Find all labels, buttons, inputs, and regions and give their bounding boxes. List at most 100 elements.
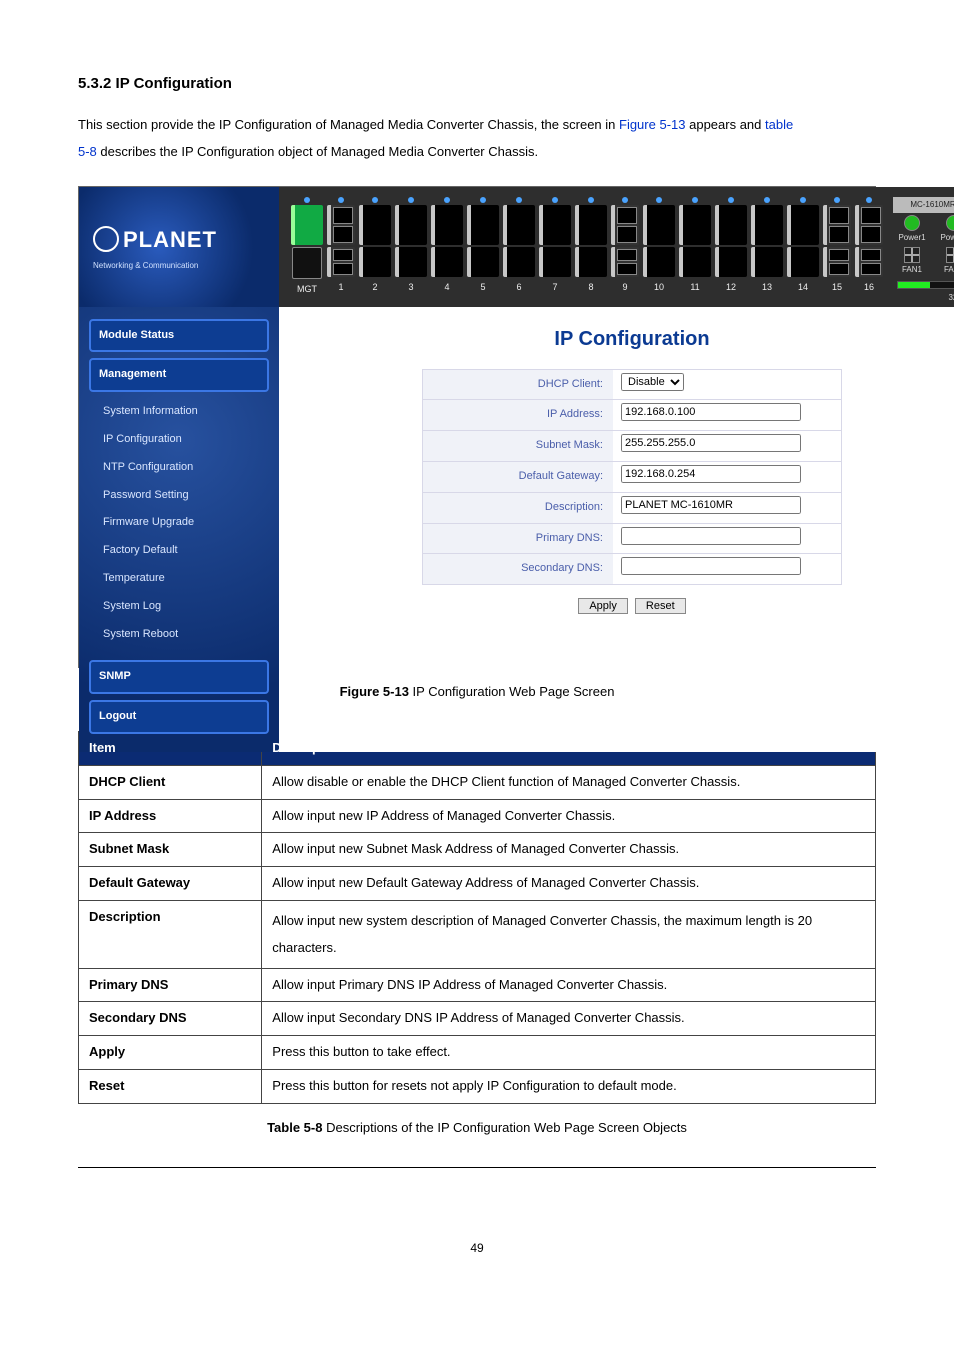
page-rule <box>78 1167 876 1168</box>
brand-tagline: Networking & Communication <box>93 259 279 273</box>
dhcp-client-select[interactable]: Disable Enable <box>621 373 684 391</box>
fan-icon <box>946 247 954 263</box>
fan-icon <box>904 247 920 263</box>
slot-number: 1 <box>338 279 343 295</box>
sidebar-header-module-status[interactable]: Module Status <box>89 319 269 353</box>
chassis-slot: 10 <box>643 197 675 306</box>
primary-dns-label: Primary DNS: <box>423 524 613 554</box>
sidebar-header-logout[interactable]: Logout <box>89 700 269 734</box>
table-item: IP Address <box>79 799 262 833</box>
chassis-slot: 7 <box>539 197 571 306</box>
ip-address-label: IP Address: <box>423 400 613 430</box>
secondary-dns-label: Secondary DNS: <box>423 554 613 584</box>
power-led-icon <box>338 197 344 203</box>
chassis-slot: 11 <box>679 197 711 306</box>
sidebar-item-system-reboot[interactable]: System Reboot <box>103 621 265 649</box>
figure-link[interactable]: Figure 5-13 <box>619 117 685 132</box>
chassis-slot: 8 <box>575 197 607 306</box>
slot-number: 5 <box>480 279 485 295</box>
intro-paragraph: This section provide the IP Configuratio… <box>78 111 876 166</box>
power2-label: Power2 <box>940 231 954 245</box>
table-caption-bold: Table 5-8 <box>267 1120 322 1135</box>
temperature-value: 32.8°C <box>893 291 954 305</box>
chassis-panel: MGT 1 2 3 4 5 6 7 8 9 10 11 12 <box>279 187 954 307</box>
slot-label-mgt: MGT <box>297 281 317 297</box>
primary-dns-input[interactable] <box>621 527 801 545</box>
slot-number: 8 <box>588 279 593 295</box>
table-desc: Allow input new Default Gateway Address … <box>262 867 876 901</box>
table-desc: Allow input new IP Address of Managed Co… <box>262 799 876 833</box>
sidebar-item-system-information[interactable]: System Information <box>103 398 265 426</box>
chassis-slot: 12 <box>715 197 747 306</box>
chassis-slot: 3 <box>395 197 427 306</box>
table-item: Secondary DNS <box>79 1002 262 1036</box>
apply-button[interactable] <box>578 598 628 614</box>
figure-caption-bold: Figure 5-13 <box>340 684 409 699</box>
chassis-slot: 4 <box>431 197 463 306</box>
chassis-slot: 9 <box>611 197 639 306</box>
table-item: Reset <box>79 1069 262 1103</box>
slot-number: 16 <box>864 279 874 295</box>
chassis-status-box: MC-1610MR Power1 Power2 FAN1 FAN2 32.8°C <box>893 197 954 306</box>
ip-address-input[interactable] <box>621 403 801 421</box>
description-table: Item Description DHCP ClientAllow disabl… <box>78 731 876 1104</box>
table-item: Primary DNS <box>79 968 262 1002</box>
sidebar-item-firmware-upgrade[interactable]: Firmware Upgrade <box>103 509 265 537</box>
description-input[interactable] <box>621 496 801 514</box>
intro-text-pre: This section provide the IP Configuratio… <box>78 117 619 132</box>
table-row: Default GatewayAllow input new Default G… <box>79 867 876 901</box>
fan2-label: FAN2 <box>944 263 954 277</box>
intro-text-mid: appears and <box>689 117 765 132</box>
table-link-b[interactable]: 5-8 <box>78 144 97 159</box>
slot-number: 2 <box>372 279 377 295</box>
sidebar: Module Status Management System Informat… <box>79 307 279 752</box>
ip-config-form: DHCP Client: Disable Enable IP Address: … <box>422 369 842 617</box>
table-desc: Allow input new Subnet Mask Address of M… <box>262 833 876 867</box>
reset-button[interactable] <box>635 598 686 614</box>
dhcp-client-label: DHCP Client: <box>423 370 613 400</box>
default-gateway-input[interactable] <box>621 465 801 483</box>
table-desc: Allow input Secondary DNS IP Address of … <box>262 1002 876 1036</box>
table-item: Subnet Mask <box>79 833 262 867</box>
sidebar-item-password-setting[interactable]: Password Setting <box>103 482 265 510</box>
slot-number: 15 <box>832 279 842 295</box>
sidebar-item-ntp-configuration[interactable]: NTP Configuration <box>103 454 265 482</box>
figure-caption-text: IP Configuration Web Page Screen <box>409 684 614 699</box>
slot-number: 9 <box>622 279 627 295</box>
slot-number: 3 <box>408 279 413 295</box>
table-row: Secondary DNSAllow input Secondary DNS I… <box>79 1002 876 1036</box>
table-desc: Allow input new system description of Ma… <box>262 900 876 968</box>
sidebar-item-ip-configuration[interactable]: IP Configuration <box>103 426 265 454</box>
brand-logo: PLANET <box>93 220 279 260</box>
subnet-mask-input[interactable] <box>621 434 801 452</box>
table-desc: Press this button to take effect. <box>262 1036 876 1070</box>
secondary-dns-input[interactable] <box>621 557 801 575</box>
table-item: Description <box>79 900 262 968</box>
intro-text-post: describes the IP Configuration object of… <box>100 144 538 159</box>
sidebar-item-temperature[interactable]: Temperature <box>103 565 265 593</box>
table-row: Subnet MaskAllow input new Subnet Mask A… <box>79 833 876 867</box>
screenshot-frame: PLANET Networking & Communication MGT 1 <box>78 186 876 668</box>
sidebar-item-factory-default[interactable]: Factory Default <box>103 537 265 565</box>
default-gateway-label: Default Gateway: <box>423 462 613 492</box>
sidebar-header-management[interactable]: Management <box>89 358 269 392</box>
table-row: DHCP ClientAllow disable or enable the D… <box>79 765 876 799</box>
fan1-label: FAN1 <box>902 263 922 277</box>
subnet-mask-label: Subnet Mask: <box>423 431 613 461</box>
table-desc: Press this button for resets not apply I… <box>262 1069 876 1103</box>
chassis-model-label: MC-1610MR <box>893 197 954 213</box>
table-link-a[interactable]: table <box>765 117 793 132</box>
chassis-slot: 1 <box>327 197 355 306</box>
chassis-slot-row: MGT 1 2 3 4 5 6 7 8 9 10 11 12 <box>291 197 954 306</box>
slot-number: 10 <box>654 279 664 295</box>
brand-logo-area: PLANET Networking & Communication <box>79 187 279 307</box>
sidebar-management-list: System Information IP Configuration NTP … <box>89 398 269 654</box>
table-desc: Allow input Primary DNS IP Address of Ma… <box>262 968 876 1002</box>
slot-number: 12 <box>726 279 736 295</box>
power-led-icon <box>904 215 920 231</box>
sidebar-header-snmp[interactable]: SNMP <box>89 660 269 694</box>
table-caption: Table 5-8 Descriptions of the IP Configu… <box>78 1116 876 1139</box>
sidebar-item-system-log[interactable]: System Log <box>103 593 265 621</box>
chassis-slot: 6 <box>503 197 535 306</box>
description-label: Description: <box>423 493 613 523</box>
